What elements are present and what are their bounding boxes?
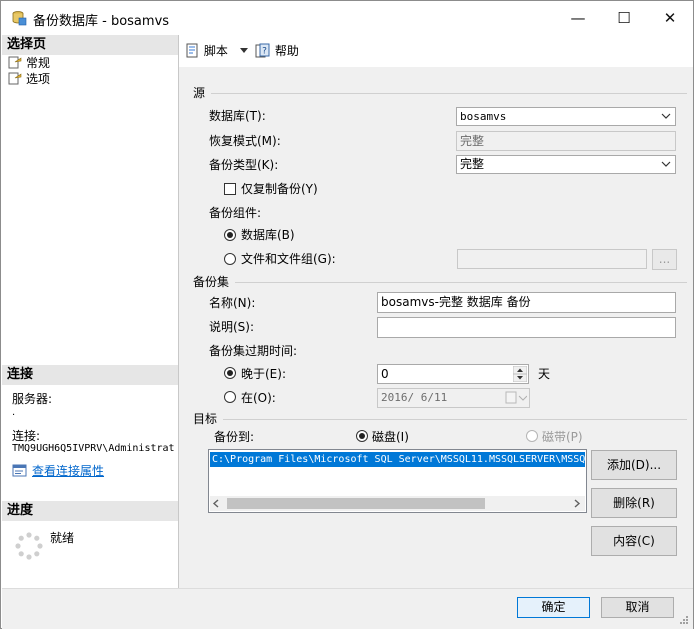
script-label: 脚本 [203,44,228,58]
database-label: 数据库(T): [209,109,266,123]
cancel-button[interactable]: 取消 [601,597,674,618]
expire-on-radio[interactable] [224,391,236,403]
backup-name-label: 名称(N): [209,296,256,310]
destination-heading: 目标 [193,412,218,426]
page-item-options[interactable]: 选项 [8,71,50,87]
left-pane: 选择页 常规 选项 连接 服务器: . 连接: TMQ9UGH6Q5IVPRV\… [2,35,179,588]
help-label: 帮助 [274,44,299,58]
expire-on-label: 在(O): [241,391,276,405]
backup-type-select-value: 完整 [460,157,485,171]
minimize-button[interactable]: — [555,1,601,35]
view-connection-properties-label: 查看连接属性 [32,464,105,478]
connection-value: TMQ9UGH6Q5IVPRV\Administrat [12,443,175,454]
tape-label: 磁带(P) [542,430,583,444]
source-heading: 源 [193,86,206,100]
expire-days-value: 0 [381,367,389,381]
page-icon [8,72,22,85]
calendar-dropdown-icon [505,391,527,404]
component-database-label: 数据库(B) [241,228,295,242]
component-database-radio[interactable] [224,229,236,241]
script-icon [186,43,198,58]
component-files-label: 文件和文件组(G): [241,252,336,266]
database-select-value: bosamvs [460,110,507,123]
database-backup-icon [12,11,27,26]
copy-only-checkbox[interactable] [224,183,236,195]
select-page-heading: 选择页 [2,35,178,55]
page-item-label: 常规 [26,56,51,70]
description-input[interactable] [377,317,676,338]
backup-component-label: 备份组件: [209,206,262,220]
connection-heading: 连接 [2,365,178,385]
view-connection-properties-link[interactable]: 查看连接属性 [12,463,104,479]
maximize-button[interactable]: ☐ [601,1,647,35]
days-label: 天 [538,367,551,381]
scroll-right-icon[interactable] [573,499,581,508]
database-select[interactable]: bosamvs [456,107,676,126]
progress-status: 就绪 [50,531,75,545]
expiration-label: 备份集过期时间: [209,344,298,358]
stepper-arrows-icon[interactable] [513,366,527,382]
source-divider [211,93,687,94]
recovery-model-label: 恢复模式(M): [209,134,281,148]
chevron-down-icon [239,48,248,53]
component-files-radio[interactable] [224,253,236,265]
toolbar: 脚本 ? 帮助 [179,35,693,67]
backup-set-heading: 备份集 [193,275,230,289]
script-button[interactable]: 脚本 [185,43,250,59]
ok-button[interactable]: 确定 [517,597,590,618]
backup-type-label: 备份类型(K): [209,158,279,172]
help-button[interactable]: ? 帮助 [255,43,299,59]
expire-date-value: 2016/ 6/11 [381,391,448,404]
scrollbar-thumb[interactable] [227,498,485,509]
files-field [457,249,647,269]
resize-grip-icon[interactable] [677,613,689,625]
remove-destination-button[interactable]: 删除(R) [591,488,677,518]
browse-files-button: ... [652,249,677,270]
destination-list[interactable]: C:\Program Files\Microsoft SQL Server\MS… [208,449,587,513]
backup-type-select[interactable]: 完整 [456,155,676,174]
destination-list-item[interactable]: C:\Program Files\Microsoft SQL Server\MS… [210,452,585,467]
tape-radio [526,430,538,442]
title-bar: 备份数据库 - bosamvs — ☐ ✕ [1,1,693,35]
backup-set-divider [235,282,687,283]
expire-after-label: 晚于(E): [241,367,286,381]
disk-radio[interactable] [356,430,368,442]
backup-to-label: 备份到: [214,430,255,444]
backup-database-dialog: 备份数据库 - bosamvs — ☐ ✕ 选择页 常规 选项 连接 服务器: … [0,0,694,629]
progress-heading: 进度 [2,501,178,521]
page-item-label: 选项 [26,72,51,86]
horizontal-scrollbar[interactable] [210,496,585,511]
contents-button[interactable]: 内容(C) [591,526,677,556]
close-button[interactable]: ✕ [647,1,693,35]
expire-date-picker: 2016/ 6/11 [377,388,530,408]
progress-spinner-icon [15,532,43,560]
disk-label: 磁盘(I) [372,430,409,444]
expire-days-stepper[interactable]: 0 [377,364,529,384]
destination-divider [223,419,687,420]
server-label: 服务器: [12,392,53,406]
add-destination-button[interactable]: 添加(D)... [591,450,677,480]
backup-name-input[interactable]: bosamvs-完整 数据库 备份 [377,292,676,313]
copy-only-label: 仅复制备份(Y) [241,182,318,196]
svg-text:?: ? [262,47,267,57]
server-value: . [12,407,16,418]
help-icon: ? [255,43,270,58]
expire-after-radio[interactable] [224,367,236,379]
chevron-down-icon [661,161,671,167]
connection-properties-icon [12,464,27,477]
scroll-left-icon[interactable] [212,499,220,508]
description-label: 说明(S): [209,320,255,334]
page-item-general[interactable]: 常规 [8,55,50,71]
page-icon [8,56,22,69]
chevron-down-icon [661,113,671,119]
window-title: 备份数据库 - bosamvs [33,14,170,29]
recovery-model-field: 完整 [456,131,676,151]
